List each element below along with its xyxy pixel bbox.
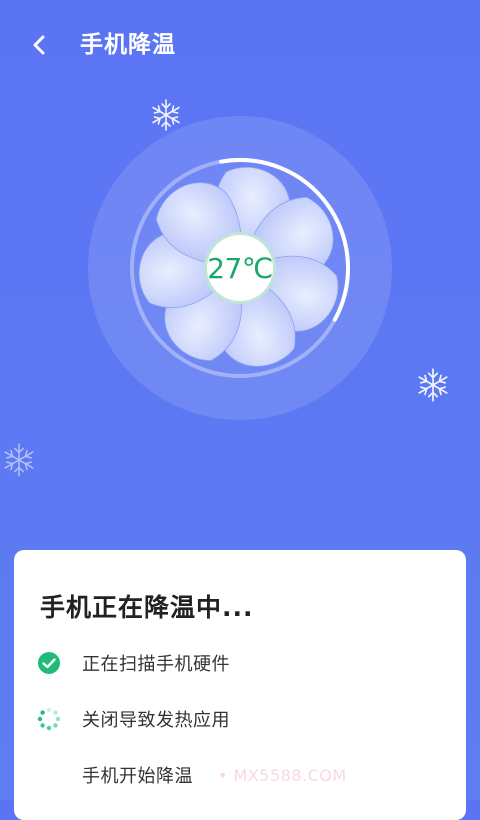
watermark-text: • MX5588.COM xyxy=(218,766,347,785)
temperature-value: 27℃ xyxy=(207,251,273,285)
step-close-apps: 关闭导致发热应用 xyxy=(36,704,230,734)
check-circle-icon xyxy=(36,650,62,676)
back-button[interactable] xyxy=(22,28,56,62)
spinner-icon xyxy=(36,706,62,732)
card-title: 手机正在降温中... xyxy=(40,593,254,622)
step-label: 正在扫描手机硬件 xyxy=(82,654,230,675)
header-bar: 手机降温 xyxy=(0,0,480,92)
page-title: 手机降温 xyxy=(80,32,176,58)
temperature-badge: 27℃ xyxy=(204,232,276,304)
step-label: 关闭导致发热应用 xyxy=(82,710,230,731)
step-label: 手机开始降温 xyxy=(82,766,193,787)
step-scan-hardware: 正在扫描手机硬件 xyxy=(36,648,230,678)
chevron-left-icon xyxy=(33,35,45,55)
snowflake-icon xyxy=(4,443,34,477)
step-start-cooling: 手机开始降温 xyxy=(36,760,193,790)
snowflake-icon xyxy=(418,368,448,402)
